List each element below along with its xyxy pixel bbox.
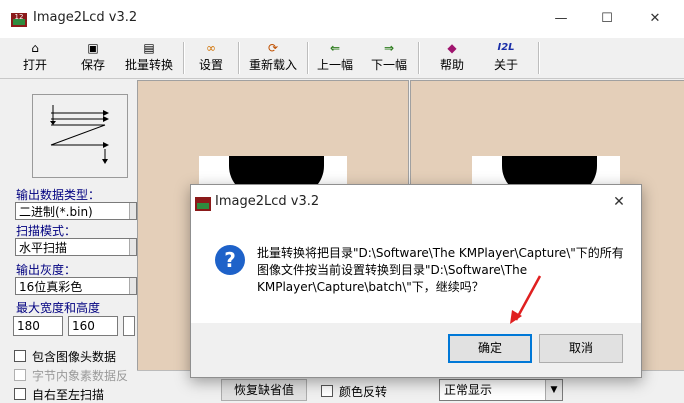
settings-icon: ∞ [206,41,216,55]
max-size-label: 最大宽度和高度 [16,301,101,315]
about-button[interactable]: I2L 关于 [486,40,526,74]
output-type-value: 二进制(*.bin) [19,205,93,219]
settings-label: 设置 [198,58,223,72]
confirm-dialog: Image2Lcd v3.2 ✕ ? 批量转换将把目录"D:\Software\… [190,184,642,378]
scan-mode-select[interactable]: 水平扫描 [15,238,137,256]
toolbar: ⌂ 打开 ▣ 保存 ▤ 批量转换 ∞ 设置 ⟳ 重新载入 ⇐ 上一幅 ⇒ 下一幅 [0,38,684,79]
title-bar: 12 Image2Lcd v3.2 — ☐ ✕ [0,0,684,38]
max-width-value: 180 [17,319,40,333]
close-button[interactable]: ✕ [632,0,678,38]
dialog-close-button[interactable]: ✕ [605,189,633,215]
dialog-title: Image2Lcd v3.2 [215,194,320,209]
next-arrow-icon: ⇒ [383,41,395,55]
chevron-down-icon [129,278,136,294]
batch-convert-label: 批量转换 [124,58,173,72]
toolbar-separator [238,42,240,74]
window-title: Image2Lcd v3.2 [33,10,138,25]
reload-button[interactable]: ⟳ 重新载入 [244,40,302,74]
reload-icon: ⟳ [267,41,279,55]
max-height-value: 160 [72,319,95,333]
save-icon: ▣ [87,41,99,55]
help-label: 帮助 [439,58,464,72]
restore-default-button[interactable]: 恢复缺省值 [221,379,307,401]
include-header-label: 包含图像头数据 [32,350,117,364]
toolbar-separator [538,42,540,74]
prev-arrow-icon: ⇐ [329,41,341,55]
open-icon: ⌂ [31,41,39,55]
restore-default-label: 恢复缺省值 [233,383,294,397]
help-icon: ◆ [447,41,457,55]
reload-label: 重新载入 [248,58,297,72]
maximize-button[interactable]: ☐ [584,0,630,38]
right-to-left-checkbox[interactable]: 自右至左扫描 [14,386,104,403]
chevron-down-icon [129,203,136,219]
about-icon: I2L [497,42,515,53]
scan-direction-preview [32,94,128,178]
checkbox-icon [14,350,26,362]
scan-pattern-icon [50,105,109,164]
dialog-message: 批量转换将把目录"D:\Software\The KMPlayer\Captur… [257,246,624,294]
byte-reverse-label: 字节内象素数据反 [32,369,129,383]
max-height-input[interactable]: 160 [68,316,118,336]
settings-button[interactable]: ∞ 设置 [190,40,232,74]
help-button[interactable]: ◆ 帮助 [432,40,472,74]
open-button[interactable]: ⌂ 打开 [14,40,56,74]
dialog-app-icon [195,197,211,211]
display-mode-value: 正常显示 [444,383,493,397]
ok-label: 确定 [477,341,502,355]
about-label: 关于 [493,58,518,72]
save-label: 保存 [80,58,105,72]
question-icon: ? [215,245,245,275]
toolbar-separator [307,42,309,74]
prev-image-button[interactable]: ⇐ 上一幅 [313,40,357,74]
minimize-button[interactable]: — [538,0,584,38]
checkbox-icon [14,369,26,381]
chevron-down-icon [129,239,136,255]
batch-convert-icon: ▤ [143,41,155,55]
cancel-button[interactable]: 取消 [539,334,623,363]
next-image-button[interactable]: ⇒ 下一幅 [367,40,411,74]
byte-reverse-checkbox: 字节内象素数据反 [14,367,128,384]
output-type-select[interactable]: 二进制(*.bin) [15,202,137,220]
checkbox-icon [14,388,26,400]
gray-level-select[interactable]: 16位真彩色 [15,277,137,295]
scan-mode-label: 扫描模式： [16,224,77,238]
output-type-label: 输出数据类型： [16,188,101,202]
toolbar-separator [418,42,420,74]
gray-level-value: 16位真彩色 [19,280,83,294]
max-width-input[interactable]: 180 [13,316,63,336]
prev-image-label: 上一幅 [316,58,353,72]
chevron-down-icon: ▼ [545,380,562,400]
batch-convert-button[interactable]: ▤ 批量转换 [120,40,178,74]
display-mode-select[interactable]: 正常显示 ▼ [439,379,563,401]
next-image-label: 下一幅 [370,58,407,72]
size-extra-input[interactable] [123,316,135,336]
dialog-footer: 确定 取消 [191,323,641,377]
invert-color-label: 颜色反转 [339,385,388,399]
scan-mode-value: 水平扫描 [19,241,68,255]
checkbox-icon [321,385,333,397]
open-label: 打开 [22,58,47,72]
toolbar-separator [183,42,185,74]
gray-level-label: 输出灰度： [16,263,77,277]
ok-button[interactable]: 确定 [448,334,532,363]
svg-text:12: 12 [15,13,24,21]
app-logo-icon: 12 [11,13,27,27]
cancel-label: 取消 [568,341,593,355]
save-button[interactable]: ▣ 保存 [72,40,114,74]
include-header-checkbox[interactable]: 包含图像头数据 [14,348,116,365]
annotation-arrow-icon [510,275,542,324]
invert-color-checkbox[interactable]: 颜色反转 [321,383,387,400]
